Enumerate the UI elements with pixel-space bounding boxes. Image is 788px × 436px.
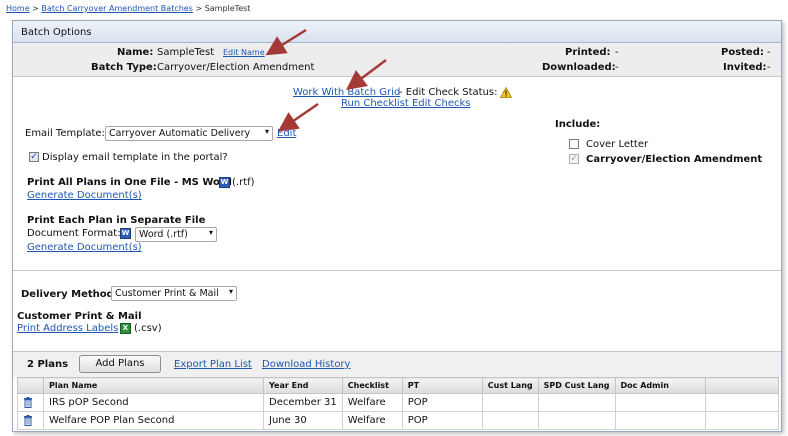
row-actions-cell [17,411,44,430]
amendment-label: Carryover/Election Amendment [586,154,763,165]
document-format-selected-value: Word (.rtf) [139,229,188,240]
print-all-ext: (.rtf) [232,177,255,188]
name-value: SampleTest [157,47,215,58]
cover-letter-label: Cover Letter [586,139,649,150]
email-template-label: Email Template: [25,128,105,139]
email-template-select[interactable]: Carryover Automatic Delivery ▾ [105,126,273,141]
plan-name-cell: Welfare POP Plan Second [43,411,264,430]
warning-icon [500,87,512,98]
checklist-cell: Welfare [341,393,403,412]
column-header-pt[interactable]: PT [401,377,483,394]
run-checklist-edit-checks-link[interactable]: Run Checklist Edit Checks [341,98,471,109]
cust-lang-cell [481,411,539,430]
word-doc-icon: W [120,228,131,239]
chevron-down-icon: ▾ [208,228,213,237]
download-history-link[interactable]: Download History [262,359,350,370]
export-plan-list-link[interactable]: Export Plan List [174,359,252,370]
edit-check-status-label: - Edit Check Status: [399,87,498,98]
email-template-selected-value: Carryover Automatic Delivery [109,128,251,139]
edit-email-template-link[interactable]: Edit [277,128,296,139]
batch-type-value: Carryover/Election Amendment [157,62,315,73]
edit-name-link[interactable]: Edit Name [223,48,265,57]
column-header-filler [704,377,780,394]
table-row: Welfare POP Plan Second June 30 Welfare … [17,411,780,430]
display-portal-checkbox[interactable]: ✓ [29,152,39,162]
word-doc-icon: W [219,177,230,188]
column-header-year-end[interactable]: Year End [263,377,343,394]
breadcrumb-batches-link[interactable]: Batch Carryover Amendment Batches [41,4,192,13]
downloaded-label: Downloaded: [542,62,616,73]
chevron-down-icon: ▾ [228,287,233,296]
delivery-method-label: Delivery Method: [21,289,118,300]
generate-all-documents-link[interactable]: Generate Document(s) [27,190,142,201]
breadcrumb-home-link[interactable]: Home [6,4,30,13]
plan-name-cell: IRS pOP Second [43,393,264,412]
print-each-title: Print Each Plan in Separate File [27,215,206,226]
print-all-title: Print All Plans in One File - MS Word [27,177,232,188]
document-options-section: Work With Batch Grid - Edit Check Status… [13,77,781,271]
generate-each-documents-link[interactable]: Generate Document(s) [27,242,142,253]
spd-cust-lang-cell [537,411,616,430]
amendment-checkbox[interactable]: ✓ [569,154,579,164]
include-label: Include: [555,119,601,130]
print-labels-ext: (.csv) [134,323,162,334]
name-label: Name: [117,47,154,58]
delivery-method-selected-value: Customer Print & Mail [115,288,219,299]
filler-cell [704,393,780,412]
downloaded-value: - [615,62,619,73]
table-header-row: Plan Name Year End Checklist PT Cust Lan… [17,377,780,394]
plans-toolbar: 2 Plans Add Plans Export Plan List Downl… [13,351,781,377]
posted-value: - [767,47,771,58]
column-header-spd-cust-lang[interactable]: SPD Cust Lang [537,377,616,394]
checklist-cell: Welfare [341,411,403,430]
printed-value: - [615,47,619,58]
breadcrumb: Home > Batch Carryover Amendment Batches… [6,4,250,13]
pt-cell: POP [401,393,483,412]
cust-lang-cell [481,393,539,412]
row-actions-cell [17,393,44,412]
year-end-cell: December 31 [263,393,343,412]
batch-options-panel: Batch Options Name: SampleTest Edit Name… [12,20,782,432]
column-header-plan-name[interactable]: Plan Name [43,377,264,394]
trash-icon[interactable] [23,396,33,408]
table-row: IRS pOP Second December 31 Welfare POP [17,393,780,412]
plans-table: Plan Name Year End Checklist PT Cust Lan… [17,377,780,430]
excel-icon: X [120,323,131,334]
delivery-section: Delivery Method: Customer Print & Mail ▾… [13,271,781,351]
spd-cust-lang-cell [537,393,616,412]
customer-print-mail-title: Customer Print & Mail [17,311,142,322]
column-header-cust-lang[interactable]: Cust Lang [481,377,539,394]
breadcrumb-separator: > [32,4,39,13]
cover-letter-checkbox[interactable] [569,139,579,149]
plans-count: 2 Plans [27,359,69,370]
breadcrumb-current: SampleTest [204,4,251,13]
work-with-batch-grid-link[interactable]: Work With Batch Grid [293,87,400,98]
print-address-labels-link[interactable]: Print Address Labels [17,323,118,334]
column-header-doc-admin[interactable]: Doc Admin [614,377,706,394]
breadcrumb-separator: > [195,4,203,13]
batch-options-header: Batch Options [13,21,781,43]
trash-icon[interactable] [23,414,33,426]
invited-value: - [767,62,771,73]
filler-cell [704,411,780,430]
invited-label: Invited: [723,62,767,73]
batch-info-strip: Name: SampleTest Edit Name Batch Type: C… [13,43,781,77]
chevron-down-icon: ▾ [264,127,269,136]
printed-label: Printed: [565,47,611,58]
batch-type-label: Batch Type: [91,62,157,73]
posted-label: Posted: [721,47,764,58]
column-header-actions [17,377,44,394]
document-format-label: Document Format: [27,228,121,239]
pt-cell: POP [401,411,483,430]
add-plans-button[interactable]: Add Plans [79,355,161,373]
document-format-select[interactable]: Word (.rtf) ▾ [135,227,217,242]
doc-admin-cell [614,411,706,430]
doc-admin-cell [614,393,706,412]
delivery-method-select[interactable]: Customer Print & Mail ▾ [111,286,237,301]
column-header-checklist[interactable]: Checklist [341,377,403,394]
year-end-cell: June 30 [263,411,343,430]
display-portal-label: Display email template in the portal? [42,152,228,163]
